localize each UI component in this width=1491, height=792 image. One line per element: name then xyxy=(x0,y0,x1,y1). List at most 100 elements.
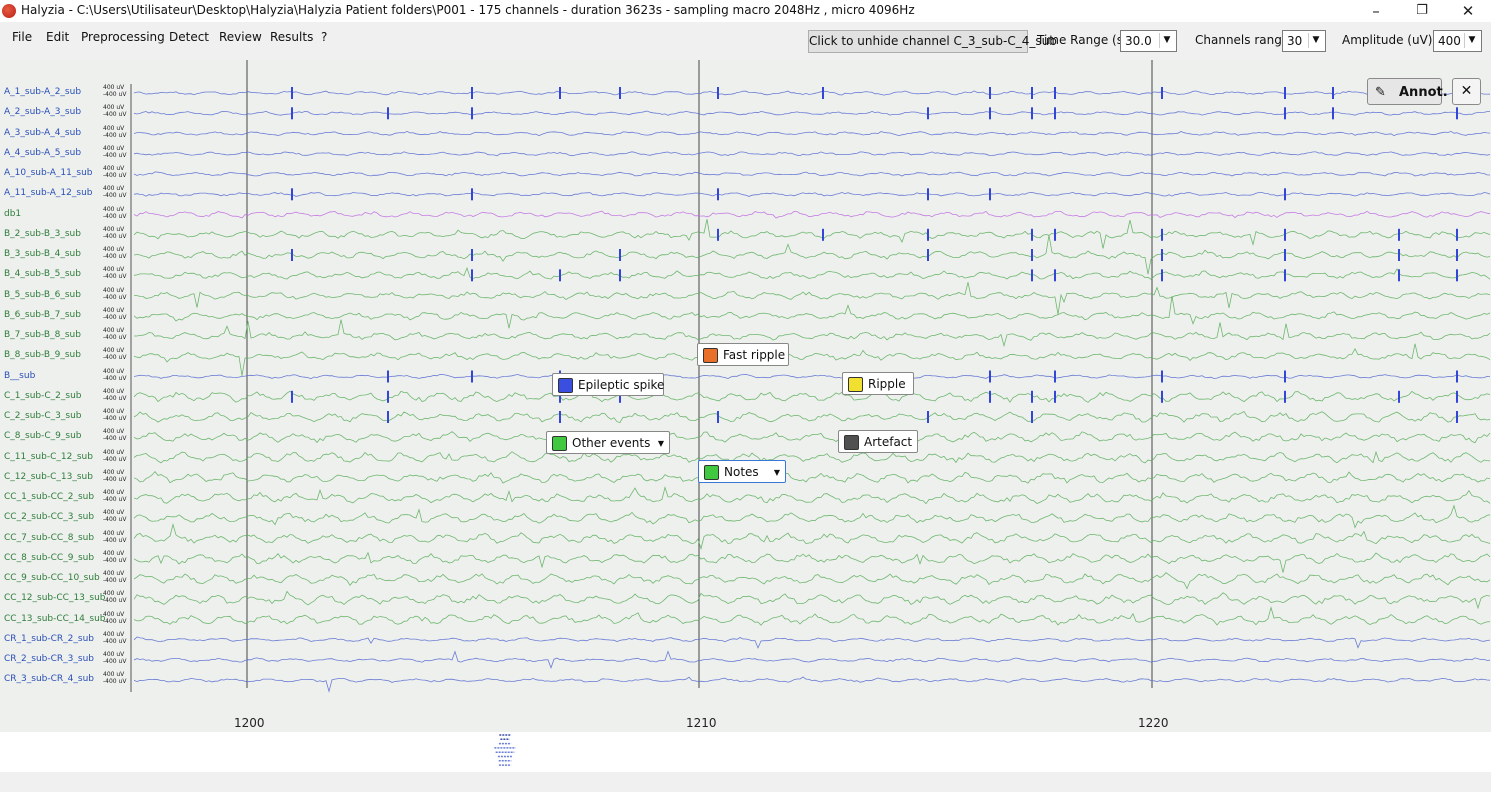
overview-thumbnail[interactable] xyxy=(490,732,520,770)
channel-label[interactable]: A_2_sub-A_3_sub xyxy=(4,107,81,117)
channel-trace[interactable] xyxy=(133,191,1491,197)
amplitude-select[interactable]: 400 ▼ xyxy=(1433,30,1482,52)
channel-label[interactable]: A_1_sub-A_2_sub xyxy=(4,87,81,97)
menu-detect[interactable]: Detect xyxy=(169,30,209,44)
channel-label[interactable]: C_8_sub-C_9_sub xyxy=(4,431,81,441)
channel-trace[interactable] xyxy=(133,522,1491,551)
amplitude-scale-label: 400 uV -400 uV xyxy=(103,225,127,240)
channel-label[interactable]: B_8_sub-B_9_sub xyxy=(4,350,81,360)
channel-label[interactable]: CC_13_sub-CC_14_sub xyxy=(4,614,106,624)
overview-strip[interactable] xyxy=(0,732,1491,772)
time-range-select[interactable]: 30.0 ▼ xyxy=(1120,30,1177,52)
close-annotations-button[interactable]: ✕ xyxy=(1452,78,1481,105)
annotation-notes[interactable]: Notes ▼ xyxy=(698,460,786,483)
amplitude-scale-label: 400 uV -400 uV xyxy=(103,408,127,422)
channel-label[interactable]: B__sub xyxy=(4,371,35,381)
channel-label[interactable]: C_12_sub-C_13_sub xyxy=(4,472,93,482)
channel-trace[interactable] xyxy=(133,171,1491,177)
channel-trace[interactable] xyxy=(133,390,1491,403)
annotation-label: Other events xyxy=(572,436,651,450)
menu-review[interactable]: Review xyxy=(219,30,262,44)
channel-label[interactable]: B_7_sub-B_8_sub xyxy=(4,330,81,340)
channel-label[interactable]: CR_2_sub-CR_3_sub xyxy=(4,654,94,664)
menu-edit[interactable]: Edit xyxy=(46,30,69,44)
other-events-swatch xyxy=(552,436,567,451)
channel-label[interactable]: CR_1_sub-CR_2_sub xyxy=(4,634,94,644)
ripple-swatch xyxy=(848,377,863,392)
channel-label[interactable]: CC_12_sub-CC_13_sub xyxy=(4,593,106,603)
channel-trace[interactable] xyxy=(133,605,1491,626)
channel-trace[interactable] xyxy=(133,110,1491,116)
eeg-traces[interactable] xyxy=(0,60,1491,732)
menu-results[interactable]: Results xyxy=(270,30,313,44)
channel-label[interactable]: B_4_sub-B_5_sub xyxy=(4,269,81,279)
channel-label[interactable]: C_1_sub-C_2_sub xyxy=(4,391,81,401)
channel-label[interactable]: B_2_sub-B_3_sub xyxy=(4,229,81,239)
channel-trace[interactable] xyxy=(133,551,1491,573)
channel-label[interactable]: A_10_sub-A_11_sub xyxy=(4,168,92,178)
channel-trace[interactable] xyxy=(133,470,1491,484)
minimize-button[interactable]: – xyxy=(1353,0,1399,22)
channel-trace[interactable] xyxy=(133,504,1491,529)
channel-label[interactable]: A_4_sub-A_5_sub xyxy=(4,148,81,158)
channel-label[interactable]: db1 xyxy=(4,209,21,219)
eeg-plot[interactable]: A_1_sub-A_2_sub 400 uV -400 uV A_2_sub-A_3… xyxy=(0,60,1491,732)
channel-trace[interactable] xyxy=(133,90,1491,96)
channel-label[interactable]: CC_9_sub-CC_10_sub xyxy=(4,573,100,583)
channel-trace[interactable] xyxy=(133,296,1491,329)
channel-trace[interactable] xyxy=(133,266,1491,280)
menu-preprocessing[interactable]: Preprocessing xyxy=(81,30,165,44)
app-icon xyxy=(2,4,16,18)
channel-trace[interactable] xyxy=(133,410,1491,423)
dropdown-arrow-icon: ▼ xyxy=(773,468,780,477)
channel-label[interactable]: B_6_sub-B_7_sub xyxy=(4,310,81,320)
channel-label[interactable]: A_11_sub-A_12_sub xyxy=(4,188,92,198)
channel-label[interactable]: B_3_sub-B_4_sub xyxy=(4,249,81,259)
channel-trace[interactable] xyxy=(133,219,1491,249)
channel-trace[interactable] xyxy=(133,572,1491,590)
channel-label[interactable]: CC_8_sub-CC_9_sub xyxy=(4,553,94,563)
channel-label[interactable]: CC_1_sub-CC_2_sub xyxy=(4,492,94,502)
menu-help[interactable]: ? xyxy=(321,30,327,44)
annotation-ripple[interactable]: Ripple xyxy=(842,372,914,395)
annotation-artefact[interactable]: Artefact xyxy=(838,430,918,453)
channel-label[interactable]: B_5_sub-B_6_sub xyxy=(4,290,81,300)
channel-label[interactable]: CC_2_sub-CC_3_sub xyxy=(4,512,94,522)
channel-label[interactable]: CC_7_sub-CC_8_sub xyxy=(4,533,94,543)
channel-label[interactable]: A_3_sub-A_4_sub xyxy=(4,128,81,138)
channel-trace[interactable] xyxy=(133,343,1491,376)
window-title: Halyzia - C:\Users\Utilisateur\Desktop\H… xyxy=(21,3,915,17)
channel-trace[interactable] xyxy=(133,650,1491,669)
channel-trace[interactable] xyxy=(133,373,1491,380)
channel-trace[interactable] xyxy=(134,319,1491,348)
annotation-other-events[interactable]: Other events ▼ xyxy=(546,431,670,454)
channel-trace[interactable] xyxy=(133,210,1491,219)
channels-range-select[interactable]: 30 ▼ xyxy=(1282,30,1326,52)
menu-file[interactable]: File xyxy=(12,30,32,44)
annotation-fast-ripple[interactable]: Fast ripple xyxy=(697,343,789,366)
channel-trace[interactable] xyxy=(133,431,1491,444)
maximize-button[interactable]: ❐ xyxy=(1399,0,1445,22)
amplitude-scale-label: 400 uV -400 uV xyxy=(103,205,127,220)
time-range-value: 30.0 xyxy=(1125,34,1152,48)
annotate-button[interactable]: ✎ Annot. xyxy=(1367,78,1448,105)
close-button[interactable]: ✕ xyxy=(1445,0,1491,22)
channel-trace[interactable] xyxy=(133,130,1491,137)
channel-trace[interactable] xyxy=(133,282,1491,315)
amplitude-scale-label: 400 uV -400 uV xyxy=(103,266,127,281)
channel-trace[interactable] xyxy=(133,485,1491,505)
channel-trace[interactable] xyxy=(133,636,1491,649)
channel-label[interactable]: C_11_sub-C_12_sub xyxy=(4,452,93,462)
unhide-channel-button[interactable]: Click to unhide channel C_3_sub-C_4_sub xyxy=(808,30,1057,53)
amplitude-scale-label: 400 uV -400 uV xyxy=(103,165,127,179)
channel-label[interactable]: CR_3_sub-CR_4_sub xyxy=(4,674,94,684)
annotation-epileptic-spike[interactable]: Epileptic spike xyxy=(552,373,664,396)
channel-trace[interactable] xyxy=(133,676,1491,693)
channel-trace[interactable] xyxy=(133,590,1491,610)
channel-trace[interactable] xyxy=(133,151,1491,157)
channel-trace[interactable] xyxy=(133,450,1491,464)
channel-label[interactable]: C_2_sub-C_3_sub xyxy=(4,411,81,421)
channel-trace[interactable] xyxy=(133,235,1491,275)
amplitude-scale-label: 400 uV -400 uV xyxy=(103,104,127,119)
artefact-swatch xyxy=(844,435,859,450)
